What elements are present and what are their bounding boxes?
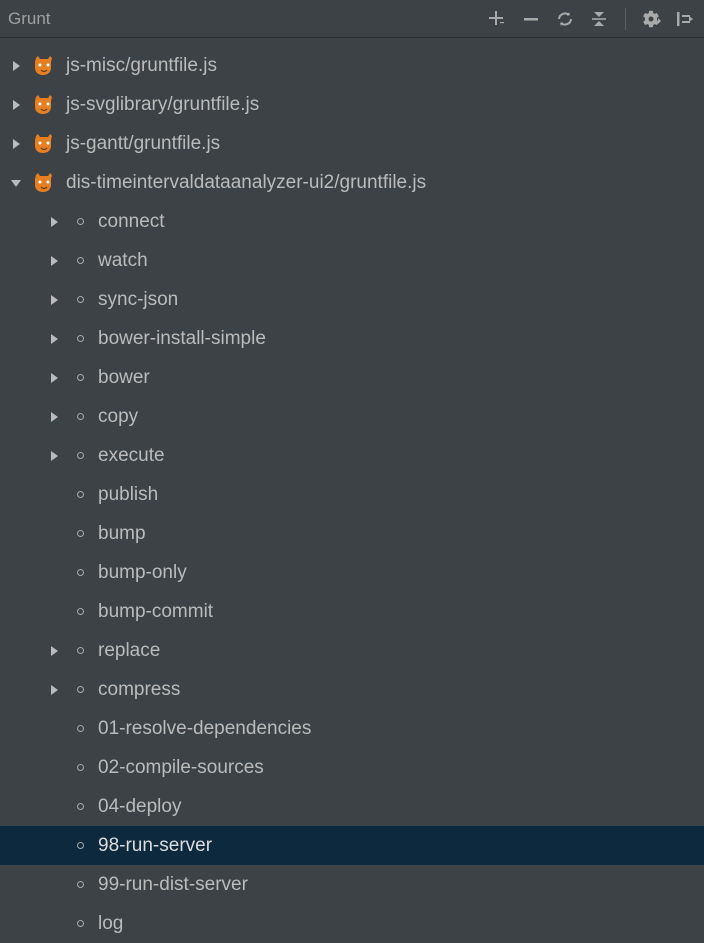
expand-arrow-icon[interactable] [44, 368, 64, 388]
task-item[interactable]: 04-deploy [0, 787, 704, 826]
gruntfile-label: js-misc/gruntfile.js [66, 55, 217, 77]
task-item[interactable]: compress [0, 670, 704, 709]
tree-view: js-misc/gruntfile.js js-svglibrary/grunt… [0, 38, 704, 943]
collapse-all-icon[interactable] [589, 9, 609, 29]
task-bullet-icon [70, 335, 90, 342]
task-item[interactable]: 98-run-server [0, 826, 704, 865]
task-bullet-icon [70, 920, 90, 927]
remove-icon[interactable] [521, 9, 541, 29]
expand-arrow-icon[interactable] [44, 251, 64, 271]
task-item[interactable]: bump [0, 514, 704, 553]
expand-arrow-icon[interactable] [6, 95, 26, 115]
panel-title: Grunt [8, 9, 487, 29]
task-label: log [98, 913, 123, 935]
gruntfile-label: js-gantt/gruntfile.js [66, 133, 220, 155]
task-item[interactable]: publish [0, 475, 704, 514]
gruntfile-item[interactable]: js-svglibrary/gruntfile.js [0, 85, 704, 124]
task-bullet-icon [70, 803, 90, 810]
grunt-logo-icon [32, 54, 56, 78]
hide-icon[interactable] [676, 9, 696, 29]
task-bullet-icon [70, 218, 90, 225]
expand-arrow-icon[interactable] [44, 329, 64, 349]
expand-arrow-icon[interactable] [44, 212, 64, 232]
task-label: bump [98, 523, 146, 545]
task-label: replace [98, 640, 160, 662]
task-label: bower-install-simple [98, 328, 266, 350]
task-bullet-icon [70, 842, 90, 849]
task-bullet-icon [70, 881, 90, 888]
task-item[interactable]: watch [0, 241, 704, 280]
toolbar: Grunt [0, 0, 704, 38]
task-item[interactable]: copy [0, 397, 704, 436]
expand-arrow-icon[interactable] [44, 407, 64, 427]
task-item[interactable]: 01-resolve-dependencies [0, 709, 704, 748]
expand-arrow-icon[interactable] [44, 641, 64, 661]
task-label: watch [98, 250, 148, 272]
gruntfile-item[interactable]: js-misc/gruntfile.js [0, 46, 704, 85]
task-label: 01-resolve-dependencies [98, 718, 311, 740]
gruntfile-item[interactable]: dis-timeintervaldataanalyzer-ui2/gruntfi… [0, 163, 704, 202]
task-item[interactable]: bower [0, 358, 704, 397]
task-label: bump-only [98, 562, 187, 584]
expand-arrow-icon[interactable] [44, 290, 64, 310]
task-bullet-icon [70, 491, 90, 498]
task-label: 04-deploy [98, 796, 181, 818]
task-item[interactable]: 02-compile-sources [0, 748, 704, 787]
task-bullet-icon [70, 374, 90, 381]
task-bullet-icon [70, 764, 90, 771]
task-label: sync-json [98, 289, 178, 311]
task-item[interactable]: replace [0, 631, 704, 670]
task-label: bower [98, 367, 150, 389]
grunt-logo-icon [32, 132, 56, 156]
settings-icon[interactable] [642, 9, 662, 29]
task-label: 02-compile-sources [98, 757, 264, 779]
expand-arrow-icon[interactable] [44, 446, 64, 466]
toolbar-actions [487, 8, 696, 30]
task-bullet-icon [70, 647, 90, 654]
expand-arrow-icon[interactable] [44, 680, 64, 700]
task-bullet-icon [70, 296, 90, 303]
gruntfile-label: dis-timeintervaldataanalyzer-ui2/gruntfi… [66, 172, 426, 194]
collapse-arrow-icon[interactable] [6, 173, 26, 193]
task-item[interactable]: bump-only [0, 553, 704, 592]
task-bullet-icon [70, 413, 90, 420]
expand-arrow-icon[interactable] [6, 134, 26, 154]
task-item[interactable]: bower-install-simple [0, 319, 704, 358]
task-label: connect [98, 211, 165, 233]
task-label: compress [98, 679, 180, 701]
task-bullet-icon [70, 608, 90, 615]
grunt-logo-icon [32, 93, 56, 117]
task-label: execute [98, 445, 165, 467]
refresh-icon[interactable] [555, 9, 575, 29]
task-label: 98-run-server [98, 835, 212, 857]
task-item[interactable]: execute [0, 436, 704, 475]
task-bullet-icon [70, 569, 90, 576]
task-item[interactable]: bump-commit [0, 592, 704, 631]
toolbar-separator [625, 8, 626, 30]
gruntfile-label: js-svglibrary/gruntfile.js [66, 94, 259, 116]
task-item[interactable]: sync-json [0, 280, 704, 319]
task-bullet-icon [70, 530, 90, 537]
task-item[interactable]: connect [0, 202, 704, 241]
expand-arrow-icon[interactable] [6, 56, 26, 76]
task-item[interactable]: 99-run-dist-server [0, 865, 704, 904]
task-label: publish [98, 484, 158, 506]
task-bullet-icon [70, 686, 90, 693]
add-icon[interactable] [487, 9, 507, 29]
task-item[interactable]: log [0, 904, 704, 943]
task-label: copy [98, 406, 138, 428]
task-label: bump-commit [98, 601, 213, 623]
task-bullet-icon [70, 452, 90, 459]
task-bullet-icon [70, 725, 90, 732]
gruntfile-item[interactable]: js-gantt/gruntfile.js [0, 124, 704, 163]
grunt-logo-icon [32, 171, 56, 195]
task-label: 99-run-dist-server [98, 874, 248, 896]
task-bullet-icon [70, 257, 90, 264]
